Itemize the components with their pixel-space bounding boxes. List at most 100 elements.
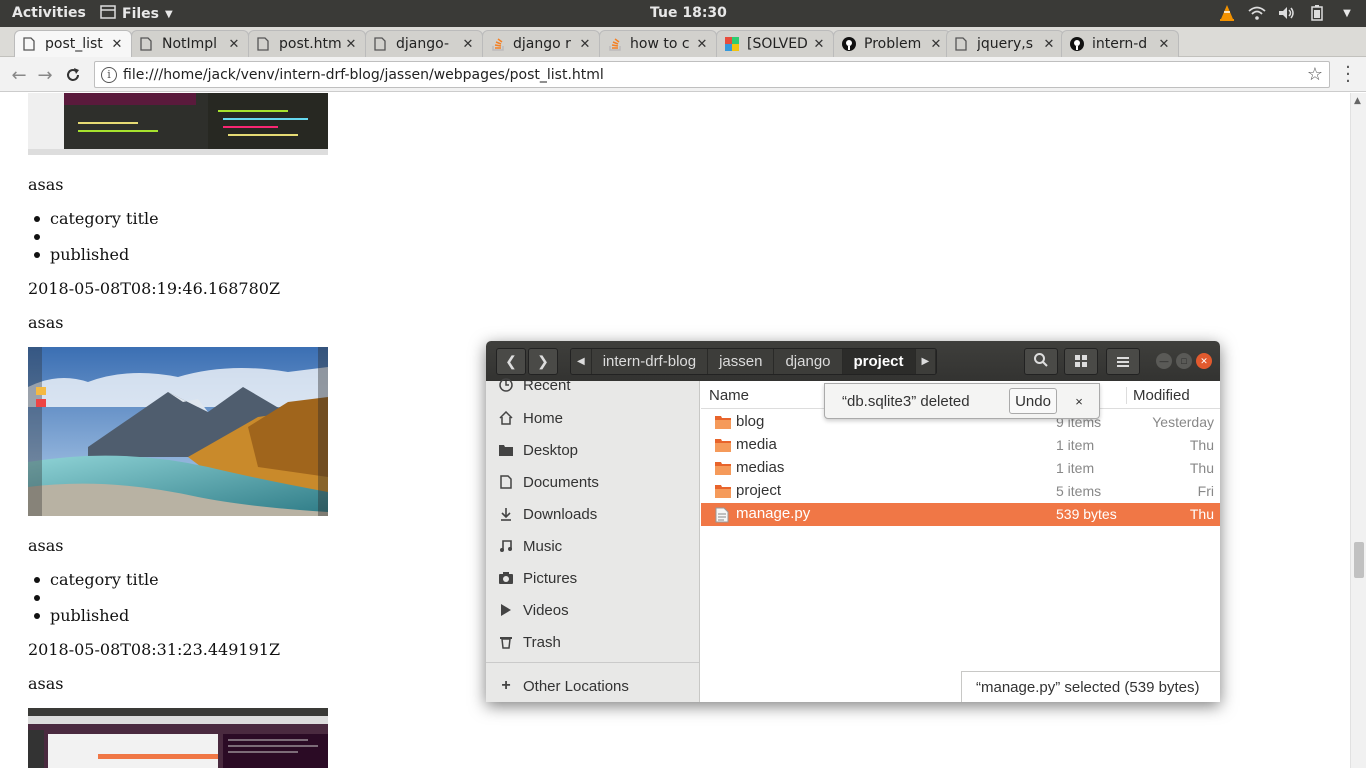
close-icon[interactable]: ✕: [928, 37, 944, 52]
sidebar-item-downloads[interactable]: Downloads: [486, 498, 699, 530]
sidebar-item-desktop[interactable]: Desktop: [486, 434, 699, 466]
sidebar-item-trash[interactable]: Trash: [486, 626, 699, 658]
star-icon[interactable]: ☆: [1301, 64, 1329, 85]
plus-icon: +: [501, 677, 511, 694]
folder-icon: [715, 438, 731, 452]
post-image: [28, 708, 328, 768]
sidebar-item-music[interactable]: Music: [486, 530, 699, 562]
file-row-media[interactable]: media 1 item Thu: [701, 434, 1220, 457]
tab-post-list[interactable]: post_list ✕: [14, 30, 132, 57]
deleted-notification: “db.sqlite3” deleted Undo ×: [824, 383, 1100, 419]
sidebar-item-pictures[interactable]: Pictures: [486, 562, 699, 594]
file-row-medias[interactable]: medias 1 item Thu: [701, 457, 1220, 480]
tab-title: post_list: [45, 36, 103, 52]
activities-button[interactable]: Activities: [12, 5, 86, 21]
file-list: Name Modified blog 9 items Yesterday med…: [701, 381, 1220, 702]
close-icon[interactable]: ✕: [1041, 37, 1057, 52]
tab-intern-drf[interactable]: intern-d ✕: [1061, 30, 1179, 57]
sidebar-divider: [486, 662, 699, 663]
close-icon[interactable]: ✕: [1196, 353, 1212, 369]
close-icon[interactable]: ✕: [694, 37, 710, 52]
file-size: 1 item: [1056, 460, 1095, 476]
github-icon: [1070, 37, 1084, 51]
app-menu-label: Files: [122, 6, 159, 22]
sidebar-item-other-locations[interactable]: + Other Locations: [486, 670, 699, 702]
volume-icon[interactable]: [1278, 4, 1296, 22]
column-modified[interactable]: Modified: [1126, 387, 1190, 404]
scroll-up-icon[interactable]: ▲: [1354, 96, 1361, 106]
tab-solved[interactable]: [SOLVED ✕: [716, 30, 834, 57]
breadcrumb-item[interactable]: django: [774, 349, 843, 374]
post-author: asas: [28, 313, 64, 332]
list-item: published: [33, 606, 130, 625]
document-icon: [498, 474, 514, 490]
files-app-icon: [100, 5, 116, 23]
page-icon: [955, 37, 969, 51]
file-name: media: [736, 436, 777, 453]
scrollbar-thumb[interactable]: [1354, 542, 1364, 578]
close-icon[interactable]: ✕: [1156, 37, 1172, 52]
system-tray[interactable]: ▼: [1218, 4, 1356, 22]
sidebar-item-videos[interactable]: Videos: [486, 594, 699, 626]
tab-django[interactable]: django- ✕: [365, 30, 483, 57]
vlc-icon[interactable]: [1218, 4, 1236, 22]
post-author: asas: [28, 536, 64, 555]
list-item: category title: [34, 209, 159, 228]
sidebar-item-label: Downloads: [523, 505, 598, 523]
address-bar[interactable]: i file:///home/jack/venv/intern-drf-blog…: [94, 61, 1330, 88]
column-name[interactable]: Name: [709, 387, 749, 404]
close-icon[interactable]: ✕: [577, 37, 593, 52]
close-icon[interactable]: ×: [1065, 394, 1093, 409]
post-author: asas: [28, 674, 64, 693]
tab-title: post.htm: [279, 36, 342, 52]
tab-notimpl[interactable]: NotImpl ✕: [131, 30, 249, 57]
page-icon: [23, 37, 37, 51]
breadcrumb-item[interactable]: jassen: [708, 349, 775, 374]
tab-title: django-: [396, 36, 449, 52]
tab-jquery[interactable]: jquery,s ✕: [946, 30, 1064, 57]
trash-icon: [498, 634, 514, 650]
close-icon[interactable]: ✕: [226, 37, 242, 52]
close-icon[interactable]: ✕: [811, 37, 827, 52]
back-arrow-icon[interactable]: ←: [8, 64, 30, 86]
close-icon[interactable]: ✕: [109, 37, 125, 52]
tab-how-to[interactable]: how to c ✕: [599, 30, 717, 57]
maximize-icon[interactable]: □: [1176, 353, 1192, 369]
forward-arrow-icon[interactable]: →: [34, 64, 56, 86]
info-icon[interactable]: i: [101, 66, 117, 83]
sidebar-item-recent[interactable]: Recent: [486, 371, 699, 399]
search-button[interactable]: [1024, 348, 1058, 375]
sidebar-item-label: Recent: [523, 376, 571, 394]
tab-django-r[interactable]: django r ✕: [482, 30, 600, 57]
page-icon: [374, 37, 388, 51]
file-row-manage-py[interactable]: manage.py 539 bytes Thu: [701, 503, 1220, 526]
chevron-down-icon[interactable]: ▼: [1338, 4, 1356, 22]
clock[interactable]: Tue 18:30: [650, 5, 727, 21]
undo-button[interactable]: Undo: [1009, 388, 1057, 414]
close-icon[interactable]: ✕: [343, 37, 359, 52]
breadcrumb-right-arrow[interactable]: ▶: [915, 349, 937, 374]
browser-menu-icon[interactable]: · · ·: [1342, 59, 1354, 91]
menu-button[interactable]: [1106, 348, 1140, 375]
tab-post-html[interactable]: post.htm ✕: [248, 30, 366, 57]
tab-title: [SOLVED: [747, 36, 808, 52]
file-name: medias: [736, 459, 785, 476]
minimize-icon[interactable]: —: [1156, 353, 1172, 369]
battery-icon[interactable]: [1308, 4, 1326, 22]
close-icon[interactable]: ✕: [460, 37, 476, 52]
python-file-icon: [715, 507, 731, 523]
app-menu[interactable]: Files ▼: [100, 5, 173, 23]
file-row-project[interactable]: project 5 items Fri: [701, 480, 1220, 503]
tab-problem[interactable]: Problem ✕: [833, 30, 951, 57]
sidebar-item-documents[interactable]: Documents: [486, 466, 699, 498]
selection-status: “manage.py” selected (539 bytes): [961, 671, 1220, 702]
reload-icon[interactable]: [62, 64, 84, 86]
url-text[interactable]: file:///home/jack/venv/intern-drf-blog/j…: [123, 67, 1301, 83]
wifi-icon[interactable]: [1248, 4, 1266, 22]
music-icon: [498, 538, 514, 554]
sidebar-item-home[interactable]: Home: [486, 402, 699, 434]
home-icon: [498, 410, 514, 426]
view-toggle-button[interactable]: [1064, 348, 1098, 375]
breadcrumb-current[interactable]: project: [842, 349, 916, 374]
page-scrollbar[interactable]: ▲: [1350, 93, 1366, 768]
